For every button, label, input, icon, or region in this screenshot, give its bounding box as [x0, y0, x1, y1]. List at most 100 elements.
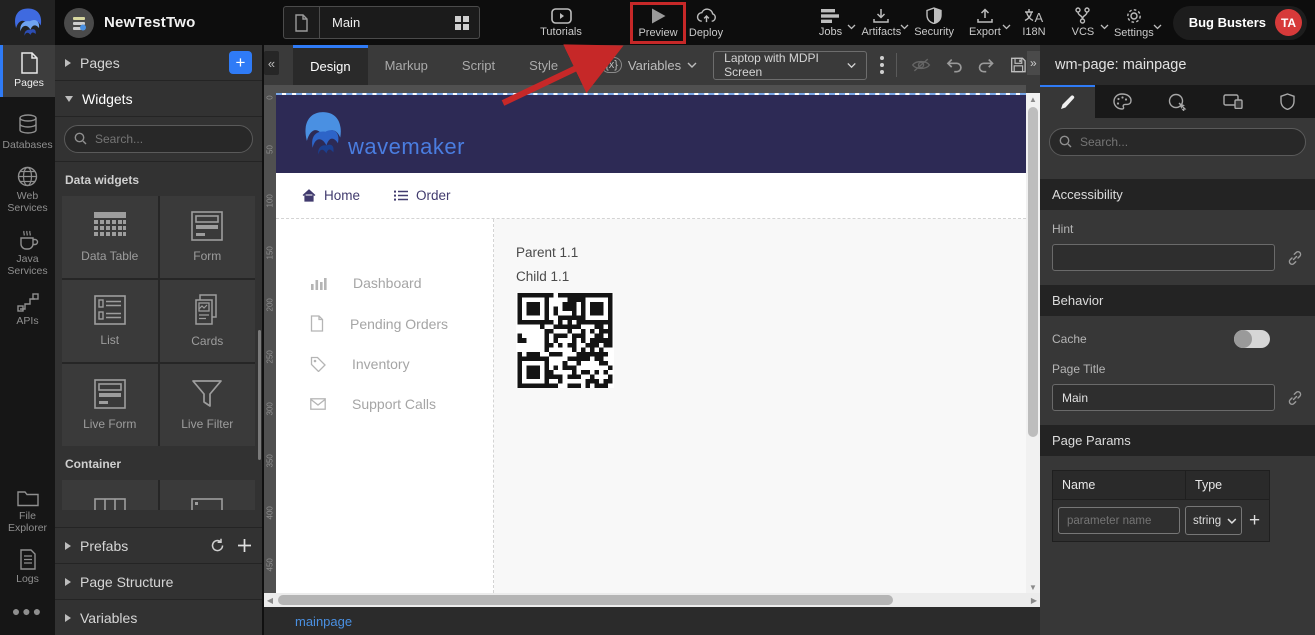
scroll-right-arrow-icon[interactable]: ▶: [1028, 593, 1040, 607]
tab-devices[interactable]: [1205, 85, 1260, 118]
nav-item-order[interactable]: Order: [394, 188, 451, 203]
add-page-button[interactable]: +: [229, 51, 252, 74]
preview-button[interactable]: Preview: [630, 2, 686, 44]
widget-search-input[interactable]: [64, 125, 253, 153]
tab-events[interactable]: [1150, 85, 1205, 118]
hint-input[interactable]: [1052, 244, 1275, 271]
param-name-input[interactable]: [1058, 507, 1180, 534]
scroll-down-arrow-icon[interactable]: ▼: [1026, 581, 1040, 593]
vcs-button[interactable]: VCS: [1063, 3, 1103, 43]
rail-item-file-explorer[interactable]: File Explorer: [0, 482, 55, 542]
vertical-scroll-thumb[interactable]: [1028, 107, 1038, 437]
tab-markup[interactable]: Markup: [368, 45, 445, 85]
widget-data-table[interactable]: Data Table: [62, 196, 158, 278]
redo-icon[interactable]: [977, 56, 995, 74]
page-title-bind-link-icon[interactable]: [1287, 390, 1303, 406]
live-filter-icon: [191, 379, 223, 409]
scroll-up-arrow-icon[interactable]: ▲: [1026, 93, 1040, 105]
horizontal-scroll-thumb[interactable]: [278, 595, 893, 605]
menu-item-inventory[interactable]: Inventory: [276, 344, 493, 384]
undo-icon[interactable]: [945, 56, 963, 74]
widget-cards[interactable]: Cards: [160, 280, 256, 362]
order-list-icon: [394, 190, 408, 201]
page-params-name-column: Name: [1053, 471, 1186, 499]
page-header-widget[interactable]: wavemaker: [276, 95, 1026, 173]
cursor-events-icon: [1168, 93, 1187, 111]
widgets-section-header[interactable]: Widgets: [55, 81, 262, 117]
settings-chevron-icon: [1153, 24, 1162, 30]
design-canvas-page[interactable]: wavemaker Home Order Dashboard: [276, 93, 1026, 593]
team-button[interactable]: Bug Busters TA: [1173, 6, 1307, 40]
widget-list[interactable]: List: [62, 280, 158, 362]
canvas-more-menu[interactable]: [880, 56, 884, 74]
hint-bind-link-icon[interactable]: [1287, 250, 1303, 266]
widget-live-form[interactable]: Live Form: [62, 364, 158, 446]
i18n-button[interactable]: A I18N: [1014, 3, 1054, 43]
deploy-button[interactable]: Deploy: [680, 3, 732, 43]
tab-properties[interactable]: [1040, 85, 1095, 118]
security-button[interactable]: Security: [912, 3, 956, 43]
left-panel-scrollbar[interactable]: [258, 330, 261, 460]
tab-design[interactable]: Design: [293, 45, 367, 85]
tutorials-button[interactable]: Tutorials: [529, 3, 593, 43]
rail-item-logs[interactable]: Logs: [0, 542, 55, 593]
export-button[interactable]: Export: [965, 3, 1005, 43]
cache-toggle[interactable]: [1234, 330, 1270, 348]
topbar-tools: Jobs Artifacts Security Export A I18N: [810, 0, 1307, 45]
canvas-horizontal-scrollbar[interactable]: ◀ ▶: [264, 593, 1040, 607]
menu-item-support-calls[interactable]: Support Calls: [276, 384, 493, 424]
widget-container-partial[interactable]: [62, 480, 158, 510]
expand-right-panel-button[interactable]: »: [1027, 51, 1040, 75]
rail-item-pages[interactable]: Pages: [0, 45, 55, 97]
nav-item-home[interactable]: Home: [302, 188, 360, 203]
wavemaker-studio-logo[interactable]: [0, 0, 55, 45]
widget-panel-partial[interactable]: [160, 480, 256, 510]
tab-security[interactable]: [1260, 85, 1315, 118]
page-structure-section-header[interactable]: Page Structure: [55, 563, 262, 599]
globe-icon: [17, 166, 38, 187]
menu-item-dashboard[interactable]: Dashboard: [276, 263, 493, 303]
param-type-select[interactable]: string: [1185, 506, 1242, 535]
canvas-bottom-bar: mainpage: [264, 607, 1040, 635]
properties-search-input[interactable]: [1049, 128, 1306, 156]
page-structure-expand-arrow-icon: [65, 578, 71, 586]
tab-styles[interactable]: [1095, 85, 1150, 118]
add-param-button[interactable]: +: [1247, 510, 1262, 532]
artifacts-button[interactable]: Artifacts: [859, 3, 903, 43]
collapse-left-panel-button[interactable]: «: [264, 51, 279, 75]
variables-section-header[interactable]: Variables: [55, 599, 262, 635]
menu-item-pending-orders[interactable]: Pending Orders: [276, 303, 493, 344]
toggle-visibility-icon[interactable]: [911, 56, 931, 74]
prefabs-section-header[interactable]: Prefabs: [55, 527, 262, 563]
page-grid-icon[interactable]: [454, 15, 479, 31]
rail-item-web-services[interactable]: Web Services: [0, 159, 55, 222]
variables-dropdown[interactable]: {x} Variables: [601, 45, 697, 85]
pages-expand-arrow-icon: [65, 59, 71, 67]
device-selector[interactable]: Laptop with MDPI Screen: [713, 51, 867, 80]
page-title-input[interactable]: [1052, 384, 1275, 411]
pages-section-header[interactable]: Pages +: [55, 45, 262, 81]
properties-panel-title: wm-page: mainpage: [1040, 45, 1315, 85]
envelope-icon: [310, 398, 326, 410]
jobs-button[interactable]: Jobs: [810, 3, 850, 43]
rail-item-databases[interactable]: Databases: [0, 107, 55, 159]
rail-item-apis[interactable]: APIs: [0, 285, 55, 335]
prefabs-add-icon[interactable]: [237, 538, 252, 553]
rail-more-button[interactable]: ●●●: [0, 593, 55, 629]
open-page-tab-mainpage[interactable]: mainpage: [264, 614, 352, 629]
save-icon[interactable]: [1010, 55, 1027, 75]
rail-item-java-services[interactable]: Java Services: [0, 222, 55, 285]
user-avatar[interactable]: TA: [1275, 9, 1302, 36]
canvas-area: « Design Markup Script Style {x} Variabl…: [262, 45, 1040, 635]
prefabs-refresh-icon[interactable]: [210, 538, 225, 553]
prefabs-expand-arrow-icon: [65, 542, 71, 550]
tab-script[interactable]: Script: [445, 45, 512, 85]
widget-form[interactable]: Form: [160, 196, 256, 278]
tab-style[interactable]: Style: [512, 45, 575, 85]
wavemaker-brand-wave-icon: [300, 108, 346, 160]
settings-button[interactable]: Settings: [1112, 3, 1156, 43]
widget-live-filter[interactable]: Live Filter: [160, 364, 256, 446]
scroll-left-arrow-icon[interactable]: ◀: [264, 593, 276, 607]
canvas-vertical-scrollbar[interactable]: ▲ ▼: [1026, 93, 1040, 593]
page-selector[interactable]: Main: [283, 6, 480, 39]
